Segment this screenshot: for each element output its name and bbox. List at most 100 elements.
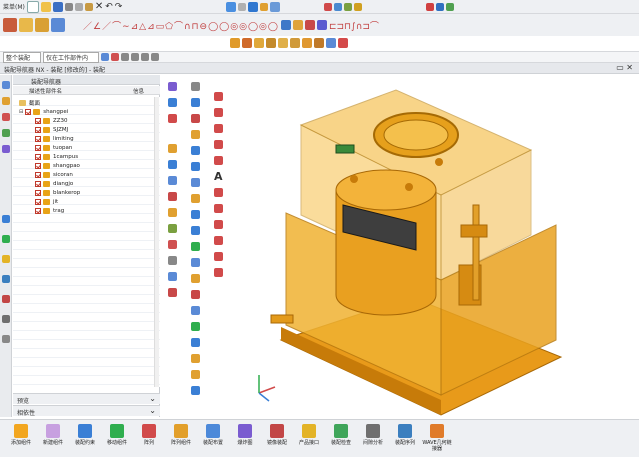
tool-icon[interactable] <box>191 194 200 203</box>
chevron-down-icon[interactable]: ⌄ <box>149 406 156 415</box>
snap-center-icon[interactable] <box>141 53 150 61</box>
checkbox-icon[interactable] <box>35 207 41 214</box>
tool-icon[interactable] <box>191 178 200 187</box>
palette-icon[interactable] <box>2 295 10 303</box>
analysis-icon[interactable] <box>344 2 353 11</box>
checkbox-icon[interactable] <box>25 108 32 115</box>
tree-part-row[interactable]: limiting <box>35 134 160 143</box>
circle-tool-icon[interactable] <box>214 140 223 149</box>
tree-part-row[interactable]: ZZ30 <box>35 116 160 125</box>
select-all-icon[interactable] <box>101 53 110 61</box>
tree-assembly-row[interactable]: ⊟ shangpei <box>19 107 160 116</box>
feature-icon-10[interactable] <box>338 38 348 48</box>
array-button[interactable]: 阵列 <box>132 424 166 454</box>
paste-icon[interactable] <box>84 2 93 11</box>
save-icon[interactable] <box>52 1 63 12</box>
add-component-button[interactable]: 添加组件 <box>4 424 38 454</box>
tree-part-row[interactable]: blankerop <box>35 188 160 197</box>
tool-icon[interactable] <box>191 386 200 395</box>
checkbox-icon[interactable] <box>35 189 41 196</box>
graphics-window[interactable] <box>231 75 639 419</box>
tree-part-row[interactable]: SJZMJ <box>35 125 160 134</box>
redo-icon[interactable]: ↷ <box>115 2 123 12</box>
tool-icon[interactable] <box>168 98 177 107</box>
explode-view-button[interactable]: 爆炸图 <box>228 424 262 454</box>
curve-tools-strip-2[interactable]: ⊏⊐⊓∫∩⊐⌒ <box>329 19 379 32</box>
tree-root-row[interactable]: 截面 <box>19 98 160 107</box>
tool-icon[interactable] <box>214 252 223 261</box>
tool-icon[interactable] <box>168 82 177 91</box>
tool-icon[interactable] <box>191 242 200 251</box>
tree-part-row[interactable]: shangpao <box>35 161 160 170</box>
tool-icon[interactable] <box>214 188 223 197</box>
scope-dropdown[interactable]: 仅在工作部件内 <box>43 51 100 63</box>
tool-icon[interactable] <box>214 268 223 277</box>
tool-icon[interactable] <box>214 236 223 245</box>
delete-icon[interactable]: ✕ <box>95 1 103 12</box>
tool-icon[interactable] <box>168 144 177 153</box>
arrow-icon[interactable] <box>436 2 445 11</box>
wave-link-button[interactable]: WAVE几何链接器 <box>420 424 454 454</box>
tool-icon[interactable] <box>214 220 223 229</box>
tool-icon[interactable] <box>191 130 200 139</box>
checkbox-icon[interactable] <box>35 126 41 133</box>
feature-icon-8[interactable] <box>314 38 324 48</box>
tool-icon[interactable] <box>168 224 177 233</box>
tool-icon[interactable] <box>168 208 177 217</box>
pattern-icon[interactable] <box>316 20 327 30</box>
feature-icon-6[interactable] <box>290 38 300 48</box>
layers-icon[interactable] <box>2 315 10 323</box>
tree-part-row[interactable]: 1campus <box>35 152 160 161</box>
tool-icon[interactable] <box>191 82 200 91</box>
tool-icon[interactable] <box>191 210 200 219</box>
spline-tool-icon[interactable] <box>214 156 223 165</box>
roles-icon[interactable] <box>2 255 10 263</box>
rectangle-tool-icon[interactable] <box>214 124 223 133</box>
checkbox-icon[interactable] <box>35 162 41 169</box>
tool-icon[interactable] <box>191 114 200 123</box>
orient-icon[interactable] <box>270 1 281 12</box>
history-icon[interactable] <box>2 145 10 153</box>
tree-part-row[interactable]: jit <box>35 197 160 206</box>
dependency-section[interactable]: 相依性 ⌄ <box>13 405 160 417</box>
filter-dropdown[interactable]: 整个装配 <box>3 51 42 63</box>
point-icon[interactable] <box>19 18 33 32</box>
open-file-icon[interactable] <box>40 1 51 12</box>
tree-part-row[interactable]: trag <box>35 206 160 215</box>
copy-icon[interactable] <box>74 2 83 11</box>
extrude-icon[interactable] <box>280 20 291 30</box>
web-browser-icon[interactable] <box>2 275 10 283</box>
tool-icon[interactable] <box>191 306 200 315</box>
tool-icon[interactable] <box>168 288 177 297</box>
tree-part-row[interactable]: sicoran <box>35 170 160 179</box>
clearance-button[interactable]: 间隙分析 <box>356 424 390 454</box>
assembly-navigator-icon[interactable] <box>2 97 10 105</box>
select-icon[interactable] <box>354 2 363 11</box>
assembly-constraint-button[interactable]: 装配约束 <box>68 424 102 454</box>
move-component-button[interactable]: 移动组件 <box>100 424 134 454</box>
tool-icon[interactable] <box>168 114 177 123</box>
view-icon[interactable] <box>248 1 259 12</box>
product-interface-button[interactable]: 产品接口 <box>292 424 326 454</box>
assembly-model[interactable] <box>231 75 639 419</box>
mirror-assembly-button[interactable]: 镜像装配 <box>260 424 294 454</box>
snap-icon[interactable] <box>324 2 333 11</box>
feature-icon-5[interactable] <box>278 38 288 48</box>
system-materials-icon[interactable] <box>2 215 10 223</box>
text-tool-icon[interactable]: A <box>214 170 223 183</box>
deselect-icon[interactable] <box>111 53 120 61</box>
checkbox-icon[interactable] <box>35 117 41 124</box>
process-studio-icon[interactable] <box>2 235 10 243</box>
column-info[interactable]: 信息 <box>133 87 144 95</box>
tool-icon[interactable] <box>168 160 177 169</box>
checkbox-icon[interactable] <box>35 135 41 142</box>
reuse-library-icon[interactable] <box>2 129 10 137</box>
cut-icon[interactable] <box>64 2 73 11</box>
create-array-button[interactable]: 阵列组件 <box>164 424 198 454</box>
layer-icon[interactable] <box>260 2 269 11</box>
tree-part-row[interactable]: tuopan <box>35 143 160 152</box>
tool-icon[interactable] <box>191 322 200 331</box>
snap-point-icon[interactable] <box>151 53 160 61</box>
feature-icon-7[interactable] <box>302 38 312 48</box>
breadcrumb[interactable]: 装配导航器 NX - 装配 [修改的] - 装配 <box>4 65 105 74</box>
